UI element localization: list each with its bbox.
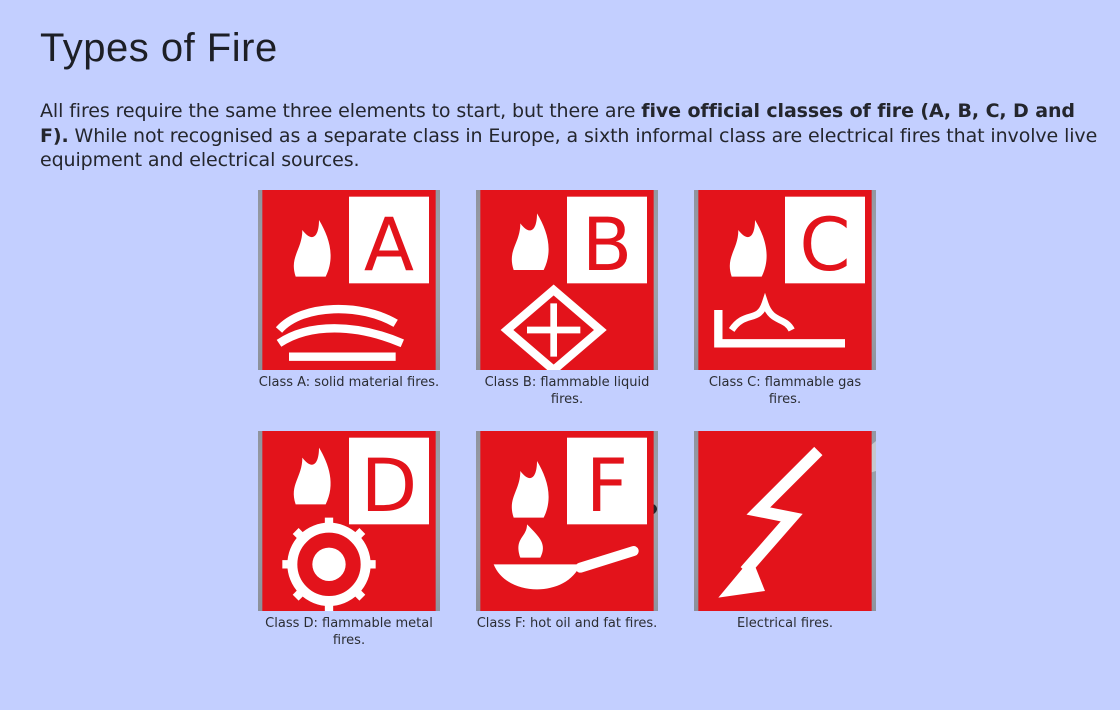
page-title: Types of Fire (40, 26, 278, 70)
fire-class-card-a: A Class A: solid material fires. (258, 190, 440, 391)
fire-class-card-d: D Class D: flammable metal fires. (258, 431, 440, 649)
fire-class-card-b: B Class B: flammable liquid fires. (476, 190, 658, 408)
fire-class-image-b: B (476, 190, 658, 370)
fire-class-caption-c: Class C: flammable gas fires. (708, 375, 862, 407)
fire-class-card-electrical: Electrical fires. (694, 431, 876, 632)
fire-class-image-a: A (258, 190, 440, 370)
fire-class-image-electrical (694, 431, 876, 611)
class-d-badge-icon: D (262, 431, 436, 611)
intro-text: All fires require the same three element… (40, 100, 642, 122)
badge-letter: B (582, 203, 632, 288)
class-f-badge-icon: F (480, 431, 654, 611)
fire-class-image-d: D (258, 431, 440, 611)
fire-class-caption-a: Class A: solid material fires. (258, 375, 440, 390)
intro-text-continued: While not recognised as a separate class… (40, 124, 1098, 172)
fire-class-card-f: F Class F: hot oil and fat fires. (476, 431, 658, 632)
fire-class-card-c: C Class C: flammable gas fires. (694, 190, 876, 408)
fire-classes-grid: A Class A: solid material fires. B Class… (258, 190, 878, 660)
fire-class-caption-electrical: Electrical fires. (736, 616, 834, 631)
badge-letter: D (361, 444, 417, 529)
badge-letter: A (364, 203, 414, 288)
class-c-badge-icon: C (698, 190, 872, 370)
class-b-badge-icon: B (480, 190, 654, 370)
fire-class-image-f: F (476, 431, 658, 611)
electrical-badge-icon (698, 431, 872, 611)
fire-class-caption-d: Class D: flammable metal fires. (265, 616, 433, 648)
badge-letter: F (586, 444, 628, 529)
fire-class-caption-f: Class F: hot oil and fat fires. (476, 616, 658, 631)
fire-class-image-c: C (694, 190, 876, 370)
badge-letter: C (799, 203, 850, 288)
class-a-badge-icon: A (262, 190, 436, 370)
intro-paragraph: All fires require the same three element… (40, 99, 1105, 173)
fire-class-caption-b: Class B: flammable liquid fires. (484, 375, 650, 407)
